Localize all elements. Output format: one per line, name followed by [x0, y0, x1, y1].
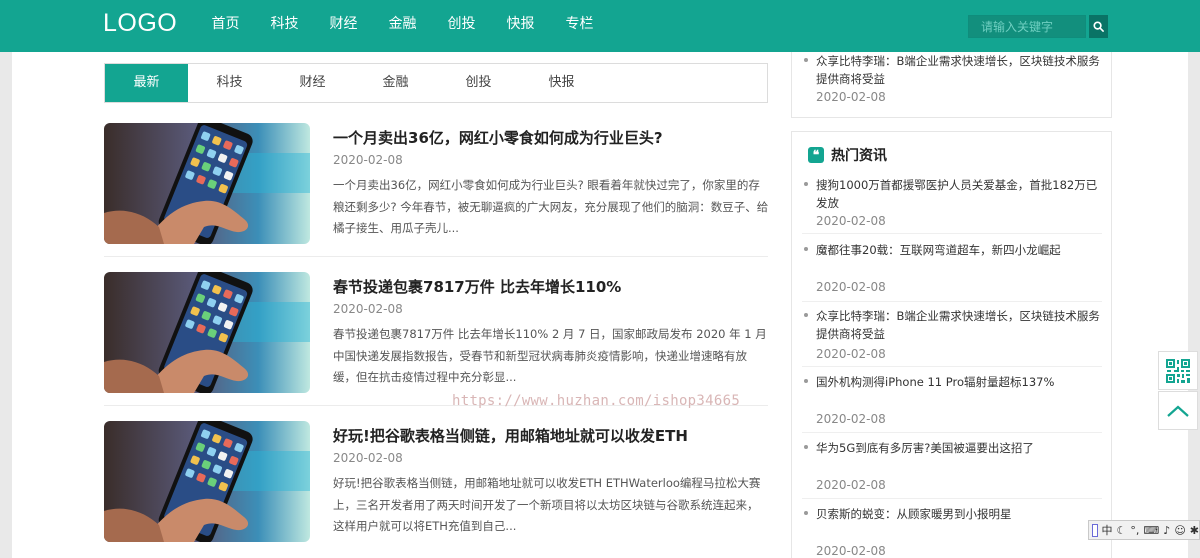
- watermark-text: https://www.huzhan.com/ishop34665: [452, 393, 741, 409]
- news-date: 2020-02-08: [816, 544, 886, 558]
- user-icon[interactable]: ☺: [1174, 524, 1185, 537]
- article-thumbnail[interactable]: [104, 421, 310, 542]
- news-item[interactable]: 国外机构测得iPhone 11 Pro辐射量超标137% 2020-02-08: [802, 373, 1102, 433]
- keyboard-icon[interactable]: ⌨: [1143, 524, 1159, 537]
- nav-item-column[interactable]: 专栏: [550, 0, 609, 52]
- article-summary: 好玩!把谷歌表格当侧链，用邮箱地址就可以收发ETH ETHWaterloo编程马…: [333, 476, 761, 533]
- qrcode-button[interactable]: [1158, 351, 1198, 390]
- back-to-top-button[interactable]: [1158, 391, 1198, 430]
- article-title[interactable]: 好玩!把谷歌表格当侧链，用邮箱地址就可以收发ETH: [333, 425, 688, 446]
- article-item[interactable]: 春节投递包裹7817万件 比去年增长110% 2020-02-08 春节投递包裹…: [104, 272, 768, 406]
- ime-logo-icon: [1092, 523, 1098, 537]
- article-item[interactable]: 一个月卖出36亿，网红小零食如何成为行业巨头? 2020-02-08 一个月卖出…: [104, 123, 768, 257]
- tab-tech[interactable]: 科技: [188, 64, 271, 102]
- bullet-dot: [804, 313, 808, 317]
- article-thumbnail[interactable]: [104, 123, 310, 244]
- qrcode-icon: [1166, 358, 1190, 383]
- news-date: 2020-02-08: [816, 214, 886, 228]
- site-logo[interactable]: LOGO: [103, 9, 177, 38]
- ime-toolbar[interactable]: 中 ☾ °, ⌨ ♪ ☺ ✱: [1088, 520, 1200, 540]
- tab-venture[interactable]: 创投: [437, 64, 520, 102]
- panel-heading-text: 热门资讯: [831, 148, 887, 164]
- news-title[interactable]: 众享比特李瑞：B端企业需求快速增长，区块链技术服务提供商将受益: [816, 307, 1106, 343]
- search-input[interactable]: [968, 15, 1086, 38]
- nav-item-tech[interactable]: 科技: [255, 0, 314, 52]
- bullet-dot: [804, 182, 808, 186]
- search-box: [968, 15, 1108, 38]
- bullet-dot: [804, 58, 808, 62]
- bullet-dot: [804, 511, 808, 515]
- punctuation-icon[interactable]: °,: [1130, 524, 1139, 537]
- nav-item-finance[interactable]: 财经: [314, 0, 373, 52]
- news-item[interactable]: 魔都往事20载：互联网弯道超车，新四小龙崛起 2020-02-08: [802, 241, 1102, 302]
- news-title[interactable]: 贝索斯的蜕变：从顾家暖男到小报明星: [816, 505, 1106, 523]
- news-date: 2020-02-08: [816, 478, 886, 492]
- article-date: 2020-02-08: [333, 451, 403, 465]
- tab-latest[interactable]: 最新: [105, 64, 188, 102]
- tab-flash[interactable]: 快报: [520, 64, 603, 102]
- article-date: 2020-02-08: [333, 153, 403, 167]
- right-gutter: [1188, 52, 1200, 558]
- news-date: 2020-02-08: [816, 412, 886, 426]
- news-title[interactable]: 华为5G到底有多厉害?美国被逼要出这招了: [816, 439, 1106, 457]
- search-button[interactable]: [1089, 15, 1108, 38]
- news-title[interactable]: 国外机构测得iPhone 11 Pro辐射量超标137%: [816, 373, 1106, 391]
- article-summary: 一个月卖出36亿，网红小零食如何成为行业巨头? 眼看着年就快过完了，你家里的存粮…: [333, 178, 769, 235]
- news-date: 2020-02-08: [816, 347, 886, 361]
- news-date: 2020-02-08: [816, 280, 886, 294]
- panel-heading: ❝ 热门资讯: [808, 145, 887, 165]
- category-tabs: 最新 科技 财经 金融 创投 快报: [104, 63, 768, 103]
- nav-item-home[interactable]: 首页: [196, 0, 255, 52]
- news-title[interactable]: 魔都往事20载：互联网弯道超车，新四小龙崛起: [816, 241, 1106, 259]
- nav-item-banking[interactable]: 金融: [373, 0, 432, 52]
- news-title[interactable]: 众享比特李瑞：B端企业需求快速增长，区块链技术服务提供商将受益: [816, 52, 1106, 88]
- news-item[interactable]: 华为5G到底有多厉害?美国被逼要出这招了 2020-02-08: [802, 439, 1102, 499]
- news-item[interactable]: 众享比特李瑞：B端企业需求快速增长，区块链技术服务提供商将受益 2020-02-…: [802, 52, 1102, 114]
- article-date: 2020-02-08: [333, 302, 403, 316]
- article-title[interactable]: 一个月卖出36亿，网红小零食如何成为行业巨头?: [333, 127, 663, 148]
- news-item[interactable]: 众享比特李瑞：B端企业需求快速增长，区块链技术服务提供商将受益 2020-02-…: [802, 307, 1102, 367]
- bullet-dot: [804, 445, 808, 449]
- news-item[interactable]: 贝索斯的蜕变：从顾家暖男到小报明星 2020-02-08: [802, 505, 1102, 558]
- sidebar-recommend-panel: 众享比特李瑞：B端企业需求快速增长，区块链技术服务提供商将受益 2020-02-…: [791, 52, 1112, 118]
- hot-news-panel: ❝ 热门资讯 搜狗1000万首都援鄂医护人员关爱基金，首批182万已发放 202…: [791, 131, 1112, 558]
- nav-item-venture[interactable]: 创投: [432, 0, 491, 52]
- article-summary: 春节投递包裹7817万件 比去年增长110% 2 月 7 日，国家邮政局发布 2…: [333, 327, 767, 384]
- tab-finance[interactable]: 财经: [271, 64, 354, 102]
- settings-icon[interactable]: ✱: [1190, 524, 1199, 537]
- bullet-dot: [804, 379, 808, 383]
- news-item[interactable]: 搜狗1000万首都援鄂医护人员关爱基金，首批182万已发放 2020-02-08: [802, 176, 1102, 234]
- article-thumbnail[interactable]: [104, 272, 310, 393]
- bullet-dot: [804, 247, 808, 251]
- article-item[interactable]: 好玩!把谷歌表格当侧链，用邮箱地址就可以收发ETH 2020-02-08 好玩!…: [104, 421, 768, 555]
- moon-icon[interactable]: ☾: [1117, 524, 1127, 537]
- ime-language[interactable]: 中: [1102, 522, 1113, 538]
- article-title[interactable]: 春节投递包裹7817万件 比去年增长110%: [333, 276, 621, 297]
- search-icon: [1093, 21, 1104, 32]
- quote-icon: ❝: [808, 147, 824, 163]
- voice-icon[interactable]: ♪: [1163, 524, 1170, 537]
- news-date: 2020-02-08: [816, 90, 886, 104]
- tab-banking[interactable]: 金融: [354, 64, 437, 102]
- chevron-up-icon: [1167, 405, 1189, 417]
- news-title[interactable]: 搜狗1000万首都援鄂医护人员关爱基金，首批182万已发放: [816, 176, 1106, 212]
- nav-item-flash[interactable]: 快报: [491, 0, 550, 52]
- main-nav: 首页 科技 财经 金融 创投 快报 专栏: [196, 0, 609, 52]
- top-header: LOGO 首页 科技 财经 金融 创投 快报 专栏: [0, 0, 1200, 52]
- left-gutter: [0, 52, 12, 558]
